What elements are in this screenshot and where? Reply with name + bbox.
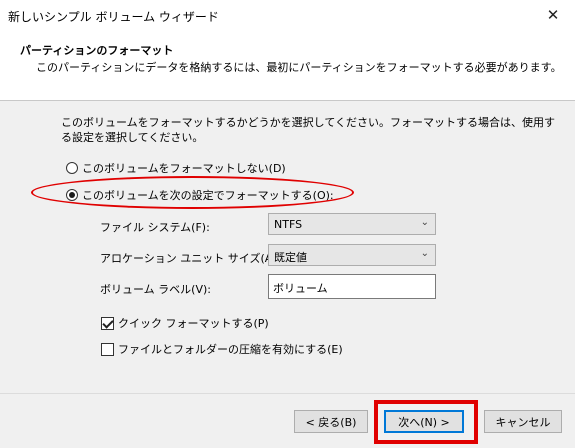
radio-no-format-label: このボリュームをフォーマットしない(D)	[82, 162, 286, 175]
page-subtitle: このパーティションにデータを格納するには、最初にパーティションをフォーマットする…	[36, 61, 562, 74]
compression-checkbox-row[interactable]: ファイルとフォルダーの圧縮を有効にする(E)	[101, 341, 343, 357]
radio-format-indicator[interactable]	[66, 189, 78, 201]
back-button[interactable]: < 戻る(B)	[294, 410, 368, 433]
title-bar: 新しいシンプル ボリューム ウィザード ✕	[0, 0, 575, 30]
compression-label: ファイルとフォルダーの圧縮を有効にする(E)	[118, 343, 343, 356]
radio-no-format-indicator[interactable]	[66, 162, 78, 174]
file-system-value: NTFS	[274, 218, 303, 231]
file-system-label: ファイル システム(F):	[100, 221, 210, 234]
close-icon[interactable]: ✕	[531, 0, 575, 30]
radio-format-label: このボリュームを次の設定でフォーマットする(O):	[82, 189, 334, 202]
quick-format-checkbox-row[interactable]: クイック フォーマットする(P)	[101, 315, 269, 331]
cancel-button[interactable]: キャンセル	[484, 410, 562, 433]
footer-divider	[0, 393, 575, 394]
allocation-unit-label: アロケーション ユニット サイズ(A):	[100, 252, 281, 265]
page-title: パーティションのフォーマット	[20, 44, 174, 57]
volume-label-label: ボリューム ラベル(V):	[100, 283, 211, 296]
compression-checkbox[interactable]	[101, 342, 114, 356]
file-system-select[interactable]: NTFS ⌄	[268, 213, 436, 235]
wizard-header: パーティションのフォーマット このパーティションにデータを格納するには、最初にパ…	[0, 30, 575, 101]
window-title: 新しいシンプル ボリューム ウィザード	[8, 10, 219, 24]
volume-label-input[interactable]: ボリューム	[268, 274, 436, 299]
allocation-unit-value: 既定値	[274, 251, 307, 264]
quick-format-checkbox[interactable]	[101, 316, 114, 330]
chevron-down-icon: ⌄	[420, 248, 429, 259]
chevron-down-icon: ⌄	[420, 217, 429, 228]
volume-label-value: ボリューム	[273, 282, 328, 295]
radio-no-format[interactable]: このボリュームをフォーマットしない(D)	[66, 160, 286, 176]
next-button[interactable]: 次へ(N) >	[384, 410, 464, 433]
allocation-unit-select[interactable]: 既定値 ⌄	[268, 244, 436, 266]
radio-format[interactable]: このボリュームを次の設定でフォーマットする(O):	[66, 187, 334, 203]
intro-text: このボリュームをフォーマットするかどうかを選択してください。フォーマットする場合…	[61, 116, 556, 144]
quick-format-label: クイック フォーマットする(P)	[118, 317, 269, 330]
